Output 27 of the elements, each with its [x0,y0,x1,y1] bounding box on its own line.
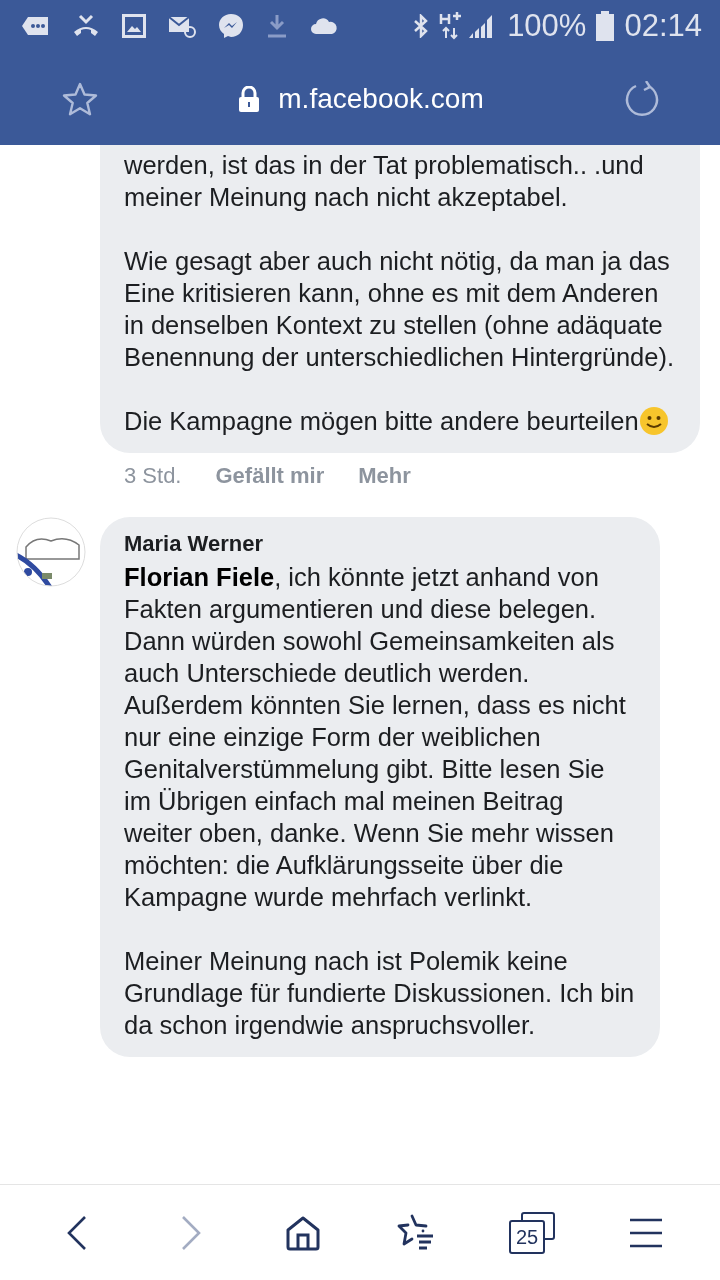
chat-bubble-icon [22,15,50,37]
comment-text: werden, ist das in der Tat problematisch.. .und meiner Meinung nach nicht akzeptabel. [124,150,645,213]
menu-icon[interactable] [629,1216,663,1249]
clock: 02:14 [624,8,702,44]
avatar[interactable] [16,517,86,587]
comment-text: Florian Fiele, ich könnte jetzt anhand von Fakten argumentieren und diese belegen. Dann würden sowohl Gemeinsamkeiten als auch Unterschiede deutlich werden. Außerdem könnten Sie lernen, dass es nicht nur eine einzige Form der weiblichen Genitalverstümmelung gibt. Bitte lesen Sie im Übrigen einfach mal meinen Beitrag weiter oben, danke. Wenn Sie mehr wissen möchten: die Aufklärungsseite über die Kampagne wurde mehrfach verlinkt. [124,562,627,913]
comment-text: Die Kampagne mögen bitte andere beurteilen [124,405,676,437]
comment-text: Meiner Meinung nach ist Polemik keine Grundlage für fundierte Diskussionen. Ich bin da schon irgendwie anspruchsvoller. [124,946,636,1041]
comment-text: Wie gesagt aber auch nicht nötig, da man ja das Eine kritisieren kann, ohne es mit dem Anderen in denselben Kontext zu stellen (ohne adäquate Benennung der unterschiedlichen Hintergründe). [124,246,676,373]
bookmark-star-icon[interactable] [62,81,98,116]
battery-icon [596,11,615,41]
comment-author[interactable]: Maria Werner [124,531,636,557]
reload-icon[interactable] [624,80,660,117]
lock-icon [238,85,261,112]
bookmarks-icon[interactable] [395,1213,435,1252]
smiley-emoji-icon [638,406,669,436]
battery-percentage: 100% [507,8,587,44]
download-icon [266,14,288,38]
cloud-icon [310,17,338,35]
missed-call-icon [72,14,100,38]
comment-time: 3 Std. [124,463,182,489]
email-icon [168,14,196,38]
bluetooth-icon [413,14,430,38]
messenger-icon [218,13,244,39]
image-icon [122,14,146,38]
home-icon[interactable] [285,1214,321,1251]
url-text[interactable]: m.facebook.com [278,82,484,115]
